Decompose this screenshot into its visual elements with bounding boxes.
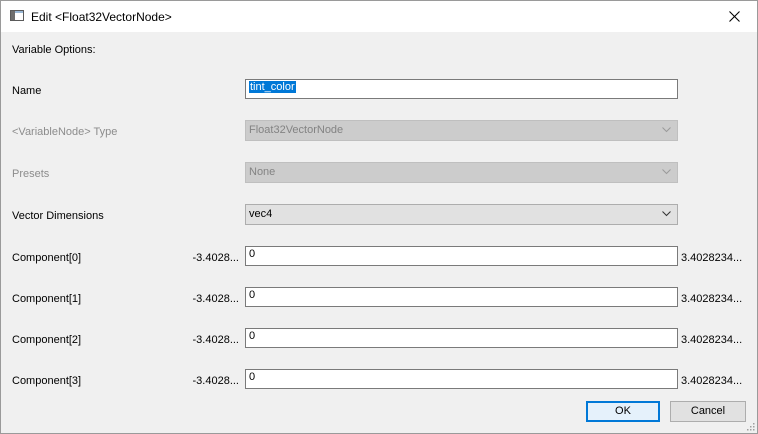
presets-combobox: None	[245, 162, 678, 183]
component-3-max: 3.4028234...	[681, 375, 743, 387]
edit-dialog: Edit <Float32VectorNode> Variable Option…	[0, 0, 758, 434]
ok-button[interactable]: OK	[586, 401, 660, 422]
component-1-input[interactable]: 0	[245, 287, 678, 307]
component-3-input[interactable]: 0	[245, 369, 678, 389]
type-combobox: Float32VectorNode	[245, 120, 678, 141]
dimensions-combobox[interactable]: vec4	[245, 204, 678, 225]
dimensions-label: Vector Dimensions	[12, 210, 104, 222]
section-heading: Variable Options:	[12, 44, 96, 56]
resize-grip-icon[interactable]	[745, 421, 755, 431]
component-1-min: -3.4028...	[192, 293, 239, 305]
presets-label: Presets	[12, 168, 50, 180]
presets-combobox-value: None	[249, 166, 276, 178]
type-label: <VariableNode> Type	[12, 126, 118, 138]
component-2-min: -3.4028...	[192, 334, 239, 346]
component-3-min: -3.4028...	[192, 375, 239, 387]
component-0-input[interactable]: 0	[245, 246, 678, 266]
component-0-min: -3.4028...	[192, 252, 239, 264]
component-1-max: 3.4028234...	[681, 293, 743, 305]
chevron-down-icon	[662, 127, 671, 133]
name-label: Name	[12, 85, 42, 97]
component-2-input[interactable]: 0	[245, 328, 678, 348]
cancel-button[interactable]: Cancel	[670, 401, 746, 422]
title-bar[interactable]: Edit <Float32VectorNode>	[1, 1, 757, 32]
chevron-down-icon	[662, 169, 671, 175]
component-3-value: 0	[249, 371, 256, 383]
dimensions-combobox-value: vec4	[249, 208, 273, 220]
close-icon	[728, 11, 740, 22]
close-button[interactable]	[711, 1, 757, 32]
component-2-max: 3.4028234...	[681, 334, 743, 346]
component-0-max: 3.4028234...	[681, 252, 743, 264]
component-1-value: 0	[249, 289, 256, 301]
window-title: Edit <Float32VectorNode>	[31, 10, 172, 24]
name-input[interactable]: tint_color	[245, 79, 678, 99]
chevron-down-icon	[662, 211, 671, 217]
component-0-value: 0	[249, 248, 256, 260]
component-2-value: 0	[249, 330, 256, 342]
name-input-value: tint_color	[249, 81, 296, 93]
window-app-icon	[10, 10, 24, 21]
type-combobox-value: Float32VectorNode	[249, 124, 344, 136]
